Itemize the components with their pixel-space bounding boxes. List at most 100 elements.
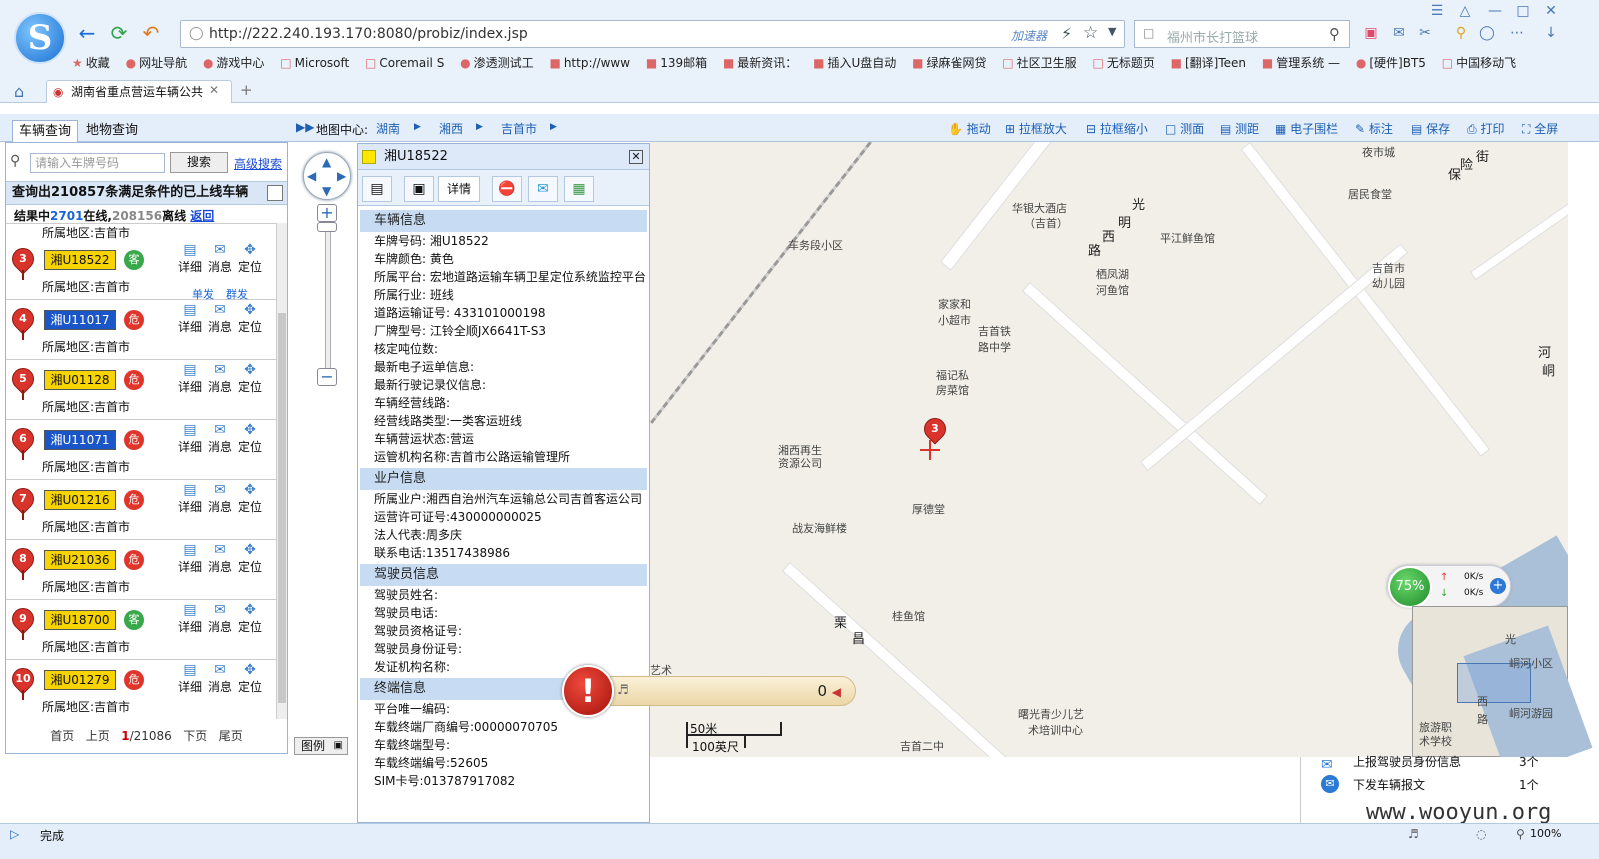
zoom-slider[interactable] bbox=[325, 212, 331, 382]
star-icon[interactable]: ☆ bbox=[1083, 23, 1098, 43]
message-button[interactable]: ✉ 消息 bbox=[206, 482, 234, 515]
search-button[interactable]: 搜索 bbox=[170, 152, 228, 173]
home-icon[interactable]: ⌂ bbox=[14, 82, 24, 101]
bookmark-item[interactable]: □ 中国移动飞 bbox=[1442, 54, 1516, 71]
scroll-thumb[interactable] bbox=[278, 313, 286, 703]
vehicle-row[interactable]: 3 湘U18522 客所属地区:吉首市 ▤ 详细 ✉ 消息 ✥ 定位 单发 群发 bbox=[6, 240, 276, 301]
plate-number[interactable]: 湘U01279 bbox=[44, 670, 116, 690]
volume-icon[interactable]: ♬ bbox=[1408, 827, 1419, 841]
tab-vehicle-query[interactable]: 车辆查询 bbox=[12, 120, 79, 142]
speaker-icon[interactable]: ♬ bbox=[617, 683, 629, 698]
bookmark-item[interactable]: ■ 绿麻雀网贷 bbox=[912, 54, 986, 71]
accelerator-label[interactable]: 加速器 bbox=[1011, 27, 1047, 44]
browser-tab[interactable]: ◉ 湖南省重点营运车辆公共 bbox=[46, 80, 232, 103]
message-button[interactable]: ✉ 消息 bbox=[206, 662, 234, 695]
shield-ext-icon[interactable]: ◯ bbox=[1478, 24, 1496, 42]
message-button[interactable]: ✉ 消息 bbox=[206, 302, 234, 335]
plate-search-input[interactable]: 请输入车牌号码 bbox=[30, 153, 165, 173]
zoom-in-box-tool[interactable]: ⊞ 拉框放大 bbox=[1005, 120, 1067, 137]
locate-button[interactable]: ✥ 定位 bbox=[236, 362, 264, 395]
bookmark-item[interactable]: □ Microsoft bbox=[280, 56, 349, 70]
zoom-icon[interactable]: ⚲ bbox=[1516, 827, 1525, 841]
plate-number[interactable]: 湘U01216 bbox=[44, 490, 116, 510]
dropdown-icon[interactable]: ▼ bbox=[1108, 25, 1116, 38]
crumb-province[interactable]: 湖南 bbox=[376, 120, 400, 137]
vehicle-row[interactable]: 7 湘U01216 危所属地区:吉首市 ▤ 详细 ✉ 消息 ✥ 定位 bbox=[6, 480, 276, 540]
message-button[interactable]: ✉ 消息 bbox=[206, 362, 234, 395]
detail-button[interactable]: ▤ 详细 bbox=[176, 482, 204, 515]
locate-button[interactable]: ✥ 定位 bbox=[236, 542, 264, 575]
locate-button[interactable]: ✥ 定位 bbox=[236, 662, 264, 695]
back-link[interactable]: 返回 bbox=[190, 209, 214, 223]
plate-number[interactable]: 湘U11017 bbox=[44, 310, 116, 330]
bookmark-item[interactable]: □ Coremail S bbox=[365, 56, 444, 70]
bookmark-item[interactable]: ■ 管理系统 — bbox=[1262, 54, 1340, 71]
plate-number[interactable]: 湘U01128 bbox=[44, 370, 116, 390]
detail-button[interactable]: ▤ 详细 bbox=[176, 362, 204, 395]
bookmark-item[interactable]: ■ 插入U盘自动 bbox=[813, 54, 896, 71]
undo-icon[interactable]: ↶ bbox=[140, 22, 162, 44]
crumb-city[interactable]: 吉首市 bbox=[501, 120, 537, 137]
sidebar-toggle-icon[interactable]: ▷ bbox=[10, 827, 19, 841]
locate-button[interactable]: ✥ 定位 bbox=[236, 482, 264, 515]
notify-text[interactable]: 下发车辆报文 bbox=[1353, 776, 1425, 793]
back-icon[interactable]: ← bbox=[76, 22, 98, 44]
zoom-out-button[interactable]: − bbox=[317, 368, 337, 386]
overview-map[interactable]: 旅游职 术学校 峒河小区 峒河游园 西 路 光 bbox=[1412, 606, 1593, 779]
pan-right-icon[interactable]: ▶ bbox=[337, 169, 346, 183]
bookmark-item[interactable]: ■ [翻译]Teen bbox=[1171, 54, 1246, 71]
tab-feature-query[interactable]: 地物查询 bbox=[80, 120, 144, 142]
tab-photo[interactable]: ▦ bbox=[564, 176, 594, 202]
plate-number[interactable]: 湘U11071 bbox=[44, 430, 116, 450]
bookmark-item[interactable]: ■ http://www bbox=[549, 56, 630, 70]
network-monitor[interactable]: 75% ↑ 0K/s ↓ 0K/s + bbox=[1387, 565, 1511, 608]
refresh-icon[interactable]: ⟳ bbox=[108, 22, 130, 44]
detail-button[interactable]: ▤ 详细 bbox=[176, 242, 204, 275]
search-icon[interactable]: ⚲ bbox=[1329, 25, 1340, 43]
measure-distance-tool[interactable]: ▤ 测距 bbox=[1220, 120, 1259, 137]
detail-button[interactable]: ▤ 详细 bbox=[176, 662, 204, 695]
save-tool[interactable]: ▤ 保存 bbox=[1411, 120, 1450, 137]
plate-number[interactable]: 湘U18700 bbox=[44, 610, 116, 630]
measure-area-tool[interactable]: □ 测面 bbox=[1165, 120, 1204, 137]
maximize-icon[interactable]: □ bbox=[1514, 2, 1532, 20]
download-icon[interactable]: ↓ bbox=[1542, 24, 1560, 42]
alarm-icon[interactable]: ! bbox=[562, 665, 614, 717]
select-all-checkbox[interactable] bbox=[267, 185, 283, 201]
close-icon[interactable]: ✕ bbox=[629, 150, 643, 164]
close-window-icon[interactable]: ✕ bbox=[1542, 2, 1560, 20]
minimize-icon[interactable]: — bbox=[1486, 2, 1504, 20]
detail-button[interactable]: ▤ 详细 bbox=[176, 542, 204, 575]
new-tab-icon[interactable]: + bbox=[240, 81, 253, 99]
ext-icon-2[interactable]: ✉ bbox=[1390, 24, 1408, 42]
tab-image[interactable]: ▣ bbox=[404, 176, 434, 202]
advanced-search-link[interactable]: 高级搜索 bbox=[234, 155, 282, 172]
download-status-icon[interactable]: ◌ bbox=[1476, 827, 1486, 841]
pan-control[interactable]: ▲ ▼ ◀ ▶ bbox=[303, 152, 351, 200]
expand-plus-icon[interactable]: + bbox=[1490, 578, 1506, 594]
locate-button[interactable]: ✥ 定位 bbox=[236, 242, 264, 275]
message-button[interactable]: ✉ 消息 bbox=[206, 422, 234, 455]
pan-up-icon[interactable]: ▲ bbox=[322, 155, 331, 169]
message-button[interactable]: ✉ 消息 bbox=[206, 542, 234, 575]
bookmark-item[interactable]: ● [硬件]BT5 bbox=[1356, 54, 1426, 71]
zoom-level[interactable]: 100% bbox=[1530, 827, 1561, 840]
first-page-link[interactable]: 首页 bbox=[50, 729, 74, 743]
zoom-handle[interactable] bbox=[317, 222, 337, 232]
bookmark-item[interactable]: ● 游戏中心 bbox=[203, 54, 265, 71]
vehicle-row[interactable]: 6 湘U11071 危所属地区:吉首市 ▤ 详细 ✉ 消息 ✥ 定位 bbox=[6, 420, 276, 480]
plate-number[interactable]: 湘U18522 bbox=[44, 250, 116, 270]
legend-button[interactable]: 图例 ▣ bbox=[294, 737, 348, 755]
tab-message[interactable]: ✉ bbox=[528, 176, 558, 202]
prev-page-link[interactable]: 上页 bbox=[86, 729, 110, 743]
vehicle-row[interactable]: 5 湘U01128 危所属地区:吉首市 ▤ 详细 ✉ 消息 ✥ 定位 bbox=[6, 360, 276, 420]
browser-search[interactable]: □ 福州市长打篮球 ⚲ bbox=[1134, 20, 1350, 48]
expand-icon[interactable]: ▶▶ bbox=[296, 120, 314, 134]
bookmark-item[interactable]: ● 渗透测试工 bbox=[460, 54, 534, 71]
more-icon[interactable]: ⋯ bbox=[1508, 24, 1526, 42]
locate-button[interactable]: ✥ 定位 bbox=[236, 422, 264, 455]
vehicle-row[interactable]: 4 湘U11017 危所属地区:吉首市 ▤ 详细 ✉ 消息 ✥ 定位 bbox=[6, 300, 276, 360]
pan-tool[interactable]: ✋ 拖动 bbox=[948, 120, 991, 137]
vehicle-map-marker[interactable]: 3 bbox=[919, 413, 951, 445]
plate-number[interactable]: 湘U21036 bbox=[44, 550, 116, 570]
